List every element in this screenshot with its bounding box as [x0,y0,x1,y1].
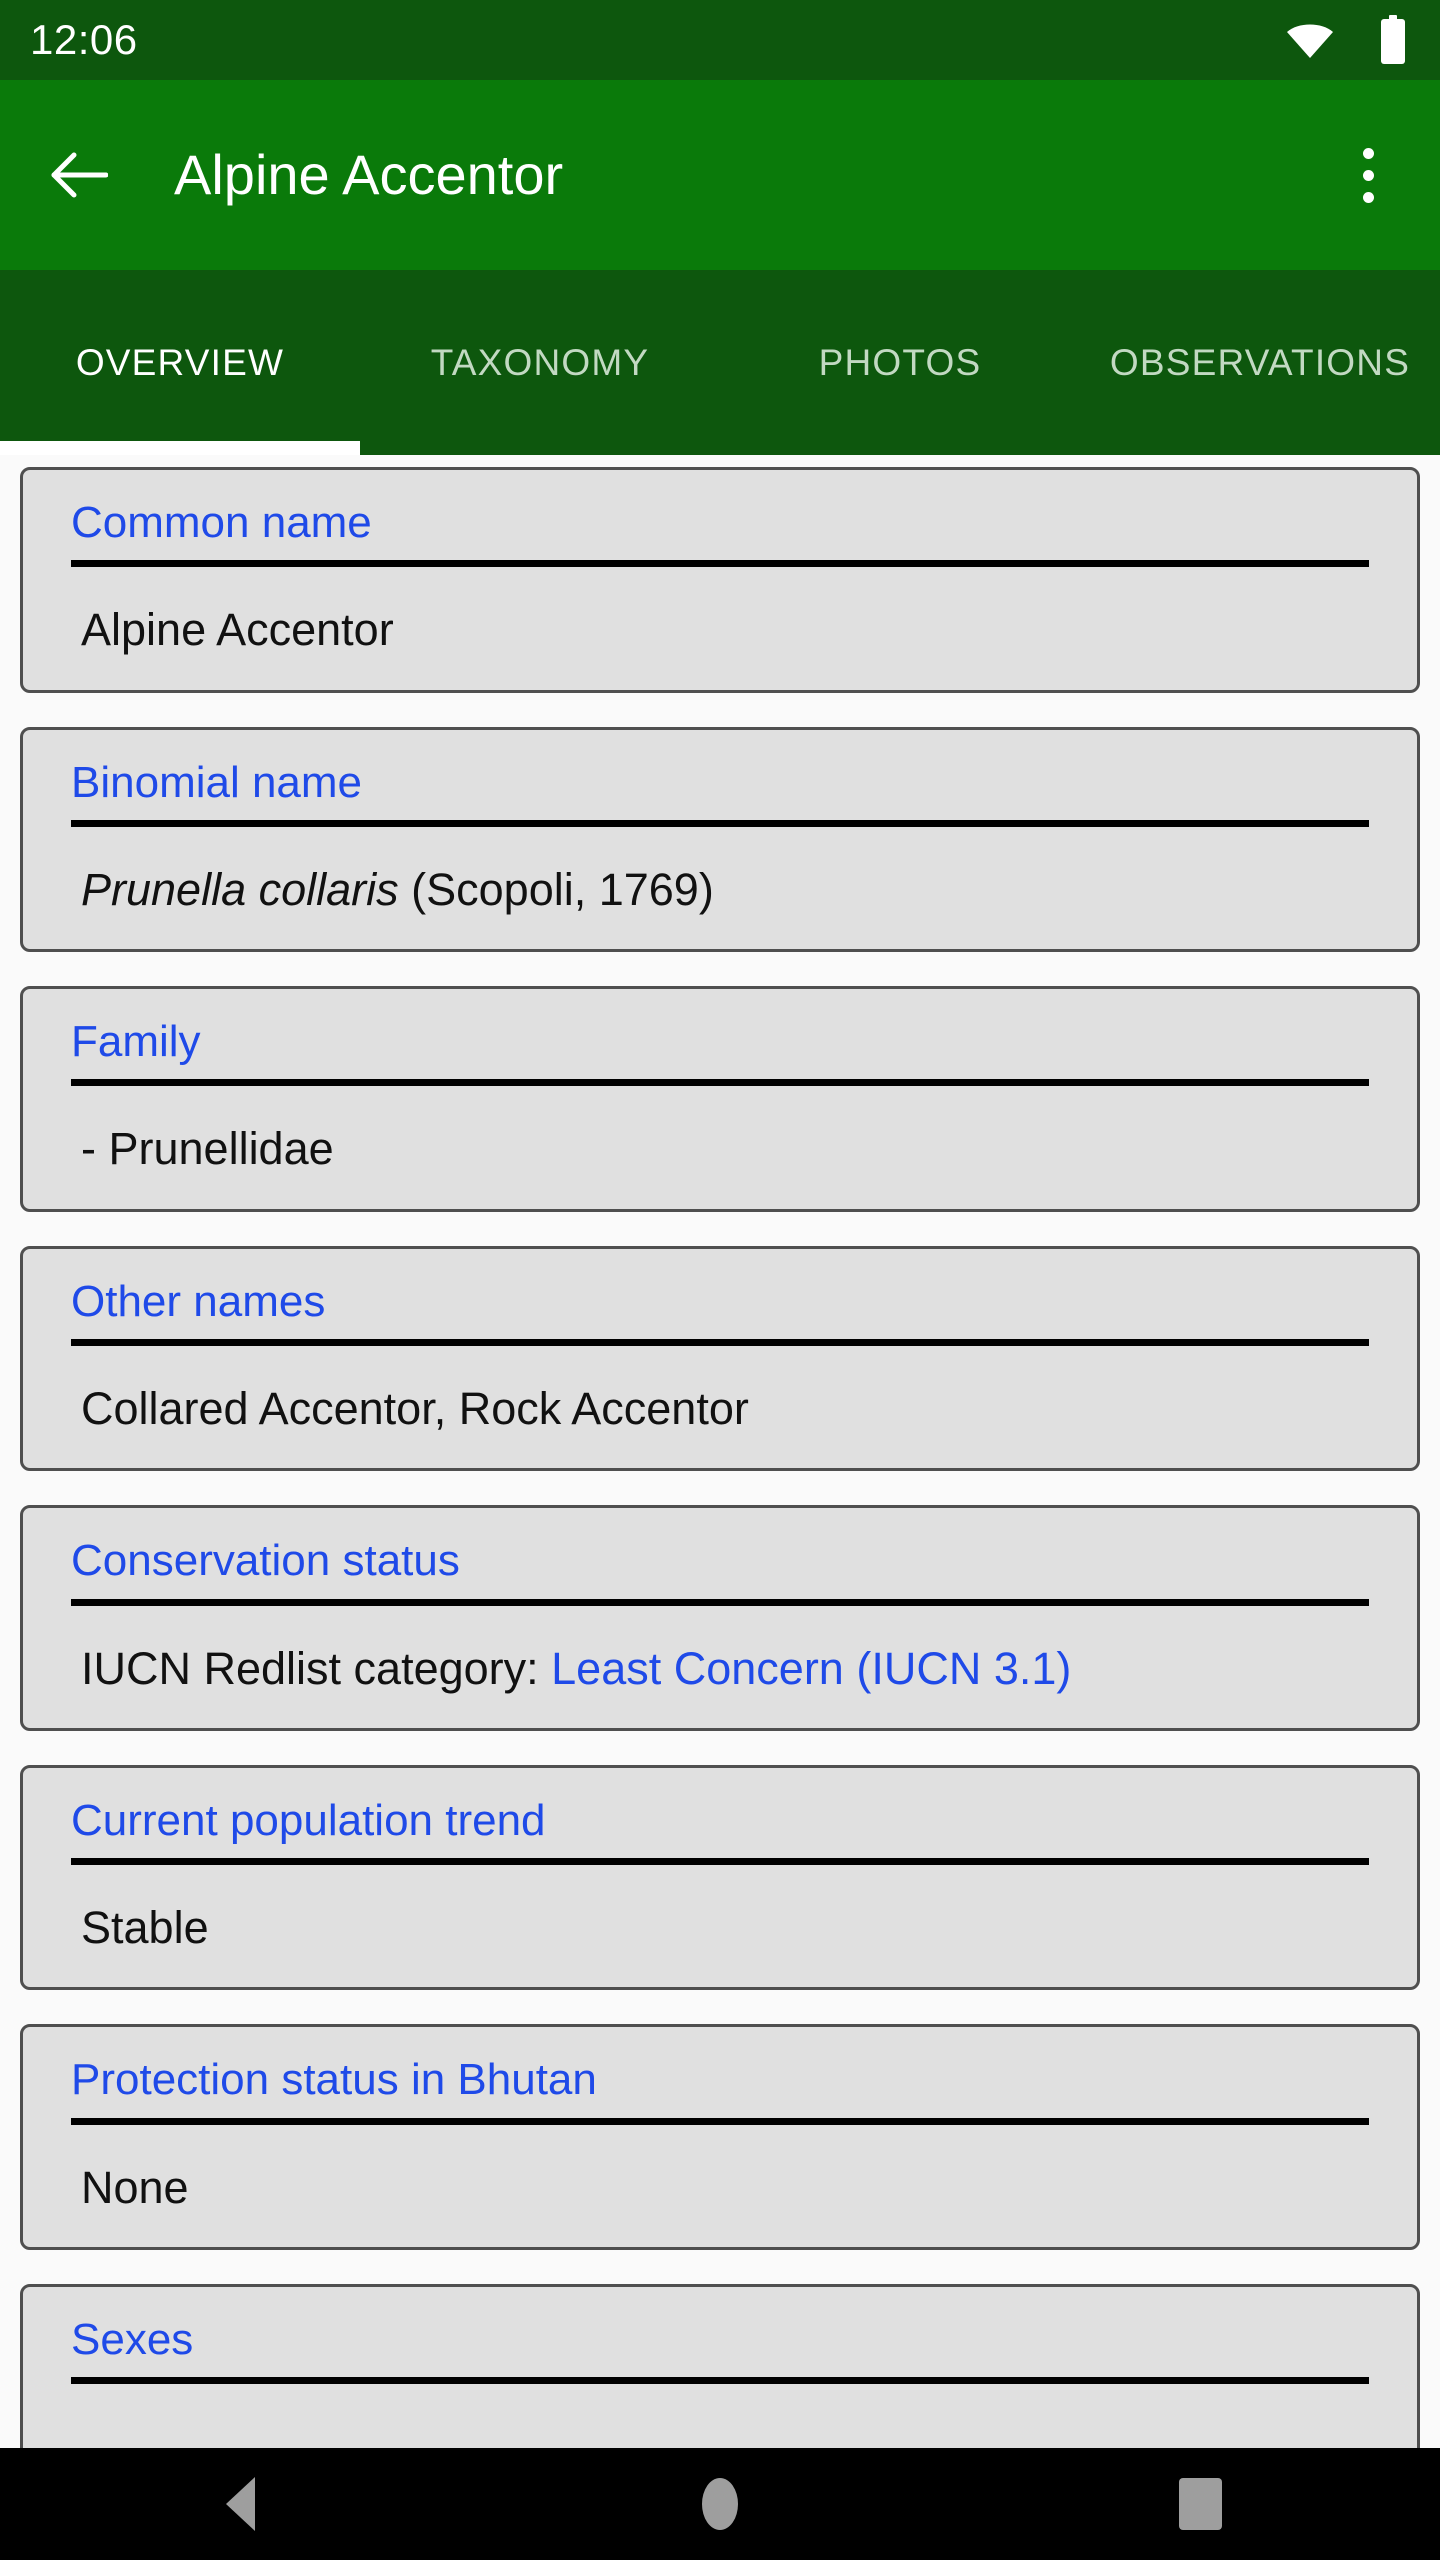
scientific-name: Prunella collaris [81,863,399,915]
nav-recents-square-icon[interactable] [1115,2448,1285,2560]
tab-photos-label: PHOTOS [818,341,982,383]
tab-bar: OVERVIEW TAXONOMY PHOTOS OBSERVATIONS [0,270,1440,455]
tab-observations[interactable]: OBSERVATIONS [1080,270,1440,455]
tab-overview-label: OVERVIEW [75,341,285,383]
card-divider [71,1079,1369,1087]
tab-observations-label: OBSERVATIONS [1109,341,1411,383]
page-title: Alpine Accentor [174,143,564,206]
card-title: Sexes [71,2315,194,2365]
card-title: Family [71,1017,201,1067]
iucn-category-label: IUCN Redlist category: [81,1642,552,1694]
info-card-binomial-name: Binomial name Prunella collaris (Scopoli… [20,726,1420,953]
tab-taxonomy-label: TAXONOMY [430,341,650,383]
nav-back-triangle-icon[interactable] [155,2448,325,2560]
card-title: Common name [71,498,372,547]
info-card-common-name: Common name Alpine Accentor [20,467,1420,693]
status-bar-icons [1284,15,1406,65]
info-card-family: Family - Prunellidae [20,986,1420,1212]
tab-overview[interactable]: OVERVIEW [0,270,360,455]
card-value: IUCN Redlist category: Least Concern (IU… [51,1606,1389,1694]
tab-taxonomy[interactable]: TAXONOMY [360,270,720,455]
overflow-dot [1362,169,1374,181]
nav-home-circle-icon[interactable] [635,2448,805,2560]
card-title: Conservation status [71,1536,460,1586]
status-bar-clock: 12:06 [30,16,138,63]
tab-photos[interactable]: PHOTOS [720,270,1080,455]
card-value: Stable [81,1902,209,1954]
card-divider [71,1858,1369,1866]
app-bar: Alpine Accentor [0,80,1440,270]
back-arrow-icon[interactable] [46,142,112,208]
more-vertical-icon[interactable] [1336,135,1400,215]
card-divider [71,2117,1369,2125]
card-title: Binomial name [71,757,363,807]
info-card-protection-status-bhutan: Protection status in Bhutan None [20,2024,1420,2251]
iucn-category-link[interactable]: Least Concern (IUCN 3.1) [551,1643,1071,1694]
authority-citation: (Scopoli, 1769) [398,863,714,915]
wifi-icon [1284,21,1336,59]
card-title: Other names [71,1276,326,1326]
info-card-other-names: Other names Collared Accentor, Rock Acce… [20,1245,1420,1472]
nav-recents-glyph [1178,2478,1222,2530]
card-value: None [81,2161,189,2213]
overflow-dot [1362,191,1374,203]
card-title: Protection status in Bhutan [71,2055,597,2105]
info-card-conservation-status: Conservation status IUCN Redlist categor… [20,1505,1420,1731]
nav-back-glyph [225,2477,255,2531]
card-divider [71,1598,1369,1606]
card-divider [71,819,1369,827]
phone-screen: 12:06 Alpine Accentor OVERVIEW TAXONOMY … [0,0,1440,2560]
card-value: Collared Accentor, Rock Accentor [81,1382,749,1434]
nav-home-glyph [702,2478,738,2530]
card-title: Current population trend [71,1795,546,1845]
battery-icon [1380,15,1406,65]
overflow-dot [1362,147,1374,159]
card-divider [71,560,1369,568]
card-value: Prunella collaris (Scopoli, 1769) [51,827,1389,915]
android-navigation-bar [0,2448,1440,2560]
card-divider [71,2377,1369,2385]
info-card-population-trend: Current population trend Stable [20,1764,1420,1991]
overview-content-list[interactable]: Common name Alpine Accentor Binomial nam… [0,455,1440,2560]
card-value: Alpine Accentor [81,604,394,656]
card-divider [71,1338,1369,1346]
card-value [51,2384,1389,2422]
info-card-sexes: Sexes [20,2284,1420,2460]
status-bar: 12:06 [0,0,1440,80]
card-value: - Prunellidae [81,1123,334,1175]
